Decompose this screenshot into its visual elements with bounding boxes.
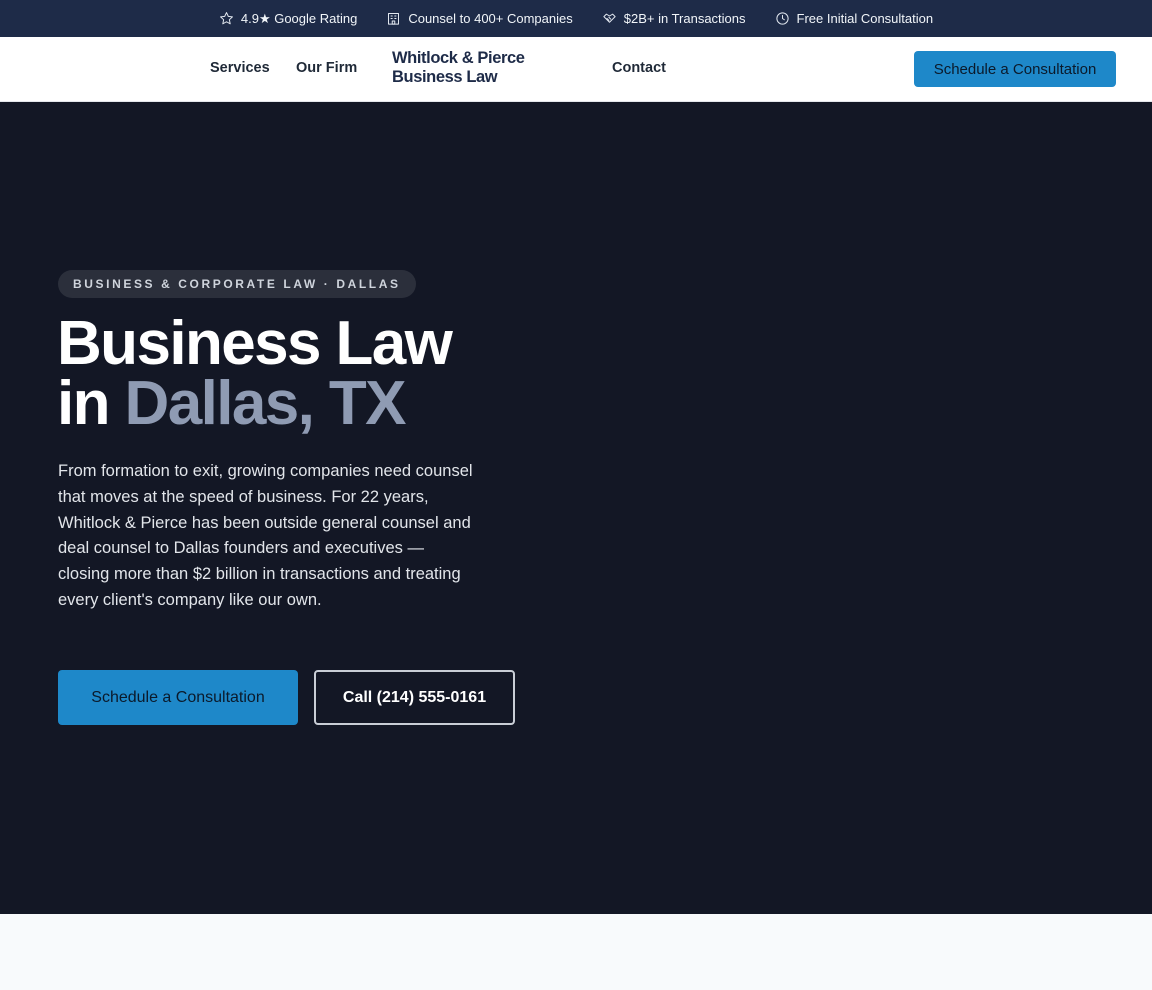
nav-link-our-firm[interactable]: Our Firm	[296, 60, 357, 76]
star-icon	[219, 12, 233, 25]
consultation-label: Free Initial Consultation	[796, 11, 934, 26]
headline-line1: Business Law	[57, 309, 453, 378]
headline-location: Dallas, TX	[124, 369, 407, 438]
nav-schedule-button[interactable]: Schedule a Consultation	[914, 51, 1116, 87]
transactions-item: $2B+ in Transactions	[602, 11, 746, 26]
rating-item: 4.9★ Google Rating	[219, 11, 357, 27]
hero-headline: Business Law in Dallas, TX	[57, 313, 453, 435]
hero-description: From formation to exit, growing companie…	[58, 462, 473, 609]
practice-badge: BUSINESS & CORPORATE LAW · DALLAS	[58, 270, 416, 298]
companies-item: Counsel to 400+ Companies	[386, 11, 573, 26]
top-info-bar: 4.9★ Google Rating Counsel to 400+ Compa…	[0, 0, 1152, 37]
transactions-label: $2B+ in Transactions	[623, 11, 746, 26]
rating-label: 4.9★ Google Rating	[240, 10, 358, 26]
brand-name-line2: Business Law	[392, 68, 498, 86]
main-nav: Services Our Firm Whitlock & Pierce Busi…	[0, 37, 1152, 102]
building-icon	[388, 13, 400, 25]
handshake-icon	[603, 13, 616, 23]
headline-in: in	[57, 369, 111, 438]
nav-link-contact[interactable]: Contact	[612, 60, 666, 76]
hero-section: BUSINESS & CORPORATE LAW · DALLAS Busine…	[0, 102, 1152, 914]
schedule-consultation-button[interactable]: Schedule a Consultation	[58, 670, 298, 725]
call-phone-button[interactable]: Call (214) 555-0161	[314, 670, 515, 725]
nav-link-services[interactable]: Services	[210, 60, 270, 76]
brand-name-line1: Whitlock & Pierce	[392, 49, 525, 67]
consultation-item: Free Initial Consultation	[775, 11, 934, 26]
brand-logo[interactable]: Whitlock & Pierce Business Law	[392, 49, 525, 87]
clock-icon	[775, 12, 789, 25]
companies-label: Counsel to 400+ Companies	[408, 11, 573, 26]
